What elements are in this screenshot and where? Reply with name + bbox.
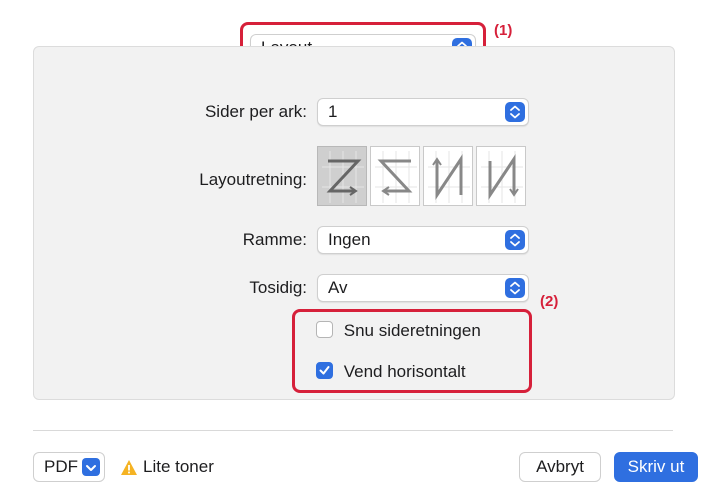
flip-orientation-label: Snu sideretningen [343,321,481,340]
flip-horizontal-label: Vend horisontalt [343,362,466,381]
chevron-down-icon [82,458,100,476]
flip-horizontal-option[interactable]: Vend horisontalt [316,359,466,385]
layout-direction-reverse-n-icon[interactable] [423,146,473,206]
warning-text: Lite toner [143,457,214,476]
cancel-button[interactable]: Avbryt [519,452,601,482]
footer-divider [33,430,673,431]
two-sided-popup[interactable]: Av [317,274,529,302]
layout-direction-reverse-z-icon[interactable] [370,146,420,206]
pages-per-sheet-popup[interactable]: 1 [317,98,529,126]
pages-per-sheet-value: 1 [328,102,338,121]
two-sided-value: Av [328,278,348,297]
layout-direction-z-icon[interactable] [317,146,367,206]
layout-direction-n-icon[interactable] [476,146,526,206]
flip-orientation-checkbox[interactable] [316,321,333,339]
annotation-label-1: (1) [494,22,513,39]
popup-stepper-icon [505,102,525,122]
popup-stepper-icon [505,230,525,250]
border-label: Ramme: [242,230,307,249]
flip-horizontal-checkbox[interactable] [316,362,333,380]
border-popup[interactable]: Ingen [317,226,529,254]
layout-direction-label: Layoutretning: [199,170,307,189]
border-value: Ingen [328,230,371,249]
pdf-label: PDF [44,457,78,476]
pdf-menu-button[interactable]: PDF [33,452,105,482]
pages-per-sheet-label: Sider per ark: [204,102,307,121]
checkmark-icon [319,366,330,375]
warning-icon [120,459,138,481]
popup-stepper-icon [505,278,525,298]
annotation-label-2: (2) [540,293,559,310]
two-sided-label: Tosidig: [249,278,307,297]
flip-orientation-option[interactable]: Snu sideretningen [316,318,481,344]
print-button[interactable]: Skriv ut [614,452,698,482]
